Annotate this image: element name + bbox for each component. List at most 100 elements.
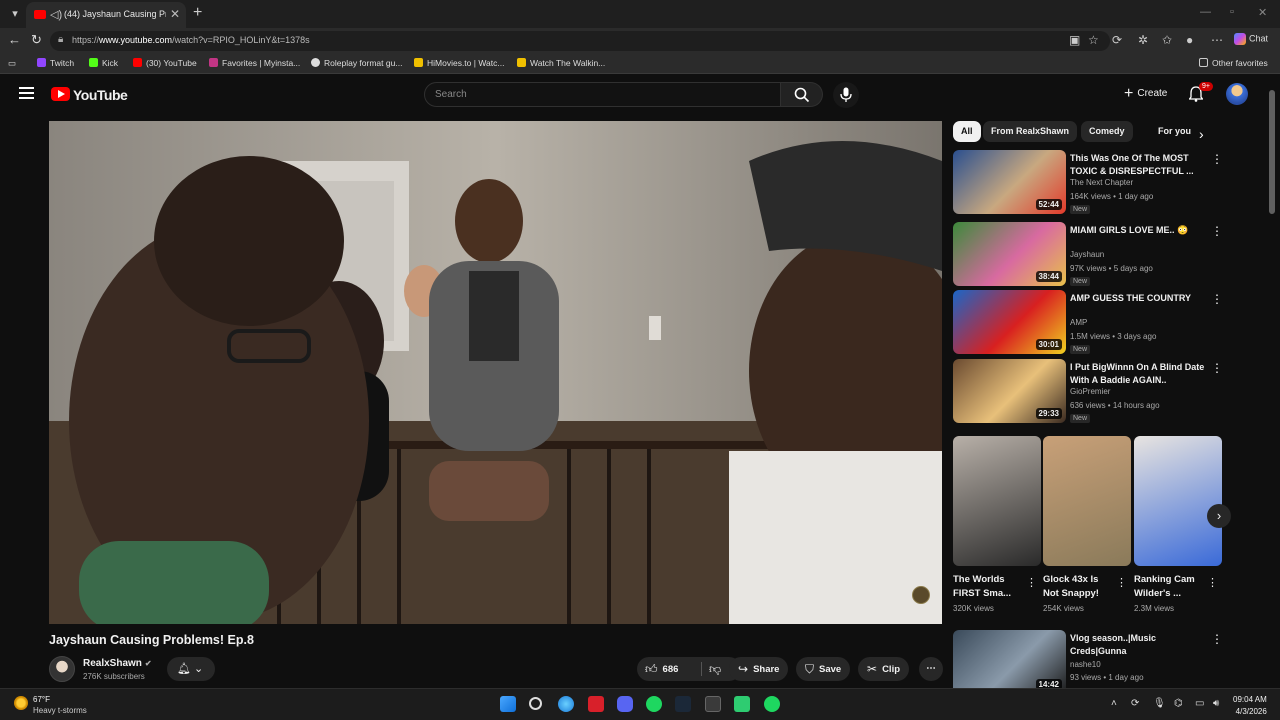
short-thumbnail[interactable] — [953, 436, 1041, 566]
recommendation-channel[interactable]: nashe10 — [1070, 660, 1101, 669]
recommendation-title[interactable]: MIAMI GIRLS LOVE ME.. 😳 — [1070, 224, 1208, 237]
chip-from-channel[interactable]: From RealxShawn — [983, 121, 1078, 142]
short-item[interactable]: The Worlds FIRST Sma... ⋮ 320K views — [953, 436, 1041, 613]
network-icon[interactable]: ⌬ — [1174, 698, 1183, 709]
search-button[interactable] — [781, 82, 823, 107]
recommendation-channel[interactable]: GioPremier — [1070, 387, 1110, 396]
more-vert-icon[interactable]: ⋮ — [1211, 361, 1223, 375]
short-thumbnail[interactable] — [1134, 436, 1222, 566]
display-icon[interactable]: ▭ — [1195, 698, 1204, 709]
more-vert-icon[interactable]: ⋮ — [1211, 152, 1223, 166]
menu-icon[interactable] — [19, 87, 34, 99]
recommendation-title[interactable]: I Put BigWinnn On A Blind Date With A Ba… — [1070, 361, 1208, 387]
channel-name[interactable]: RealxShawn ✔ — [83, 658, 152, 669]
video-thumbnail[interactable]: 38:44 — [953, 222, 1066, 286]
recommendation-item[interactable]: 29:33 I Put BigWinnn On A Blind Date With… — [953, 359, 1223, 423]
short-title[interactable]: The Worlds FIRST Sma... — [953, 573, 1025, 601]
subscription-bell-button[interactable]: 🔔︎ ⌄ — [167, 657, 215, 681]
search-input[interactable]: Search — [424, 82, 781, 107]
page-scrollbar[interactable] — [1269, 90, 1275, 214]
recommendation-item[interactable]: 52:44 This Was One Of The MOST TOXIC & DI… — [953, 150, 1223, 214]
system-clock[interactable]: 09:04 AM 4/3/2026 — [1233, 694, 1267, 718]
adobe-icon[interactable] — [588, 696, 604, 712]
copilot-chat-button[interactable]: Chat — [1234, 33, 1268, 45]
new-tab-icon[interactable]: + — [193, 4, 202, 22]
chip-all[interactable]: All — [953, 121, 981, 142]
more-icon[interactable]: ⋯ — [1211, 33, 1223, 47]
volume-icon[interactable]: 🔊︎ — [1213, 698, 1219, 709]
favorites-icon[interactable]: ✩ — [1162, 33, 1172, 47]
favorite-star-icon[interactable]: ☆ — [1088, 33, 1099, 47]
search-icon[interactable] — [529, 697, 542, 710]
more-vert-icon[interactable]: ⋮ — [1116, 576, 1127, 589]
bookmark-roleplay[interactable]: Roleplay format gu... — [311, 58, 402, 68]
channel-watermark-icon[interactable] — [912, 586, 930, 604]
chip-comedy[interactable]: Comedy — [1081, 121, 1133, 142]
video-thumbnail[interactable]: 30:01 — [953, 290, 1066, 354]
more-vert-icon[interactable]: ⋮ — [1211, 292, 1223, 306]
reader-mode-icon[interactable]: ▣ — [1069, 33, 1080, 47]
short-thumbnail[interactable] — [1043, 436, 1131, 566]
short-item[interactable]: Glock 43x Is Not Snappy! ⋮ 254K views — [1043, 436, 1131, 613]
voice-search-button[interactable] — [833, 82, 859, 108]
share-button[interactable]: ↪ Share — [729, 657, 789, 681]
bookmark-twitch[interactable]: Twitch — [37, 58, 74, 68]
account-avatar[interactable] — [1226, 83, 1248, 105]
tab-actions-menu[interactable]: ▾ — [6, 5, 24, 23]
dislike-button[interactable]: 👎︎ — [709, 657, 726, 682]
chevron-right-icon[interactable]: › — [1199, 126, 1204, 142]
recommendation-item[interactable]: 14:42 Vlog season..|Music Creds|Gunna nash… — [953, 630, 1223, 694]
video-thumbnail[interactable]: 29:33 — [953, 359, 1066, 423]
spotify-icon[interactable] — [764, 696, 780, 712]
discord-icon[interactable] — [617, 696, 633, 712]
video-player[interactable] — [49, 121, 942, 624]
chip-for-you[interactable]: For you — [1150, 121, 1199, 142]
android-icon[interactable] — [734, 696, 750, 712]
bookmark-instagram[interactable]: Favorites | Myinsta... — [209, 58, 300, 68]
like-button[interactable]: 👍︎ 686 — [645, 657, 678, 682]
more-actions-button[interactable]: ⋯ — [919, 657, 943, 681]
app-icon[interactable] — [646, 696, 662, 712]
recommendation-title[interactable]: AMP GUESS THE COUNTRY — [1070, 292, 1208, 305]
close-window-icon[interactable]: ✕ — [1258, 6, 1267, 19]
shorts-next-button[interactable]: › — [1207, 504, 1231, 528]
maximize-icon[interactable]: ▫ — [1230, 6, 1234, 18]
short-item[interactable]: Ranking Cam Wilder's ... ⋮ 2.3M views — [1134, 436, 1222, 613]
save-button[interactable]: ⛉ Save — [796, 657, 851, 681]
recommendation-channel[interactable]: AMP — [1070, 318, 1087, 327]
windows-start-icon[interactable] — [500, 696, 516, 712]
more-vert-icon[interactable]: ⋮ — [1207, 576, 1218, 589]
video-thumbnail[interactable]: 14:42 — [953, 630, 1066, 694]
profile-icon[interactable]: ● — [1186, 33, 1193, 47]
notifications-button[interactable]: 9+ — [1188, 82, 1213, 107]
bookmark-himovies[interactable]: HiMovies.to | Watc... — [414, 58, 504, 68]
refresh-icon[interactable]: ↻ — [31, 32, 42, 48]
xbox-icon[interactable] — [705, 696, 721, 712]
more-vert-icon[interactable]: ⋮ — [1026, 576, 1037, 589]
clip-button[interactable]: ✂ Clip — [858, 657, 910, 681]
bookmark-walking[interactable]: Watch The Walkin... — [517, 58, 605, 68]
other-favorites[interactable]: Other favorites — [1199, 58, 1268, 68]
recommendation-item[interactable]: 38:44 MIAMI GIRLS LOVE ME.. 😳 Jayshaun 97K … — [953, 222, 1223, 286]
channel-avatar[interactable] — [49, 656, 75, 682]
recommendation-item[interactable]: 30:01 AMP GUESS THE COUNTRY AMP 1.5M views … — [953, 290, 1223, 354]
edge-icon[interactable] — [558, 696, 574, 712]
create-button[interactable]: + Create — [1118, 83, 1173, 105]
short-title[interactable]: Ranking Cam Wilder's ... — [1134, 573, 1206, 601]
recommendation-title[interactable]: Vlog season..|Music Creds|Gunna — [1070, 632, 1208, 658]
close-tab-icon[interactable]: ✕ — [170, 7, 180, 21]
extensions-refresh-icon[interactable]: ⟳ — [1112, 33, 1122, 47]
extensions-icon[interactable]: ✲ — [1138, 33, 1148, 47]
more-vert-icon[interactable]: ⋮ — [1211, 224, 1223, 238]
tray-overflow-icon[interactable]: ˄ — [1111, 698, 1117, 709]
microphone-icon[interactable]: 🎙︎ — [1153, 698, 1166, 709]
bookmark-kick[interactable]: Kick — [89, 58, 118, 68]
speaker-icon[interactable]: ◁) — [50, 8, 62, 21]
recommendation-channel[interactable]: Jayshaun — [1070, 250, 1104, 259]
bookmark-youtube[interactable]: (30) YouTube — [133, 58, 197, 68]
video-thumbnail[interactable]: 52:44 — [953, 150, 1066, 214]
recommendation-channel[interactable]: The Next Chapter — [1070, 178, 1133, 187]
recommendation-title[interactable]: This Was One Of The MOST TOXIC & DISRESP… — [1070, 152, 1208, 178]
url-bar[interactable]: 🔒︎ https://www.youtube.com/watch?v=RPIO_… — [50, 31, 1110, 51]
sync-icon[interactable]: ⟳ — [1131, 698, 1139, 709]
